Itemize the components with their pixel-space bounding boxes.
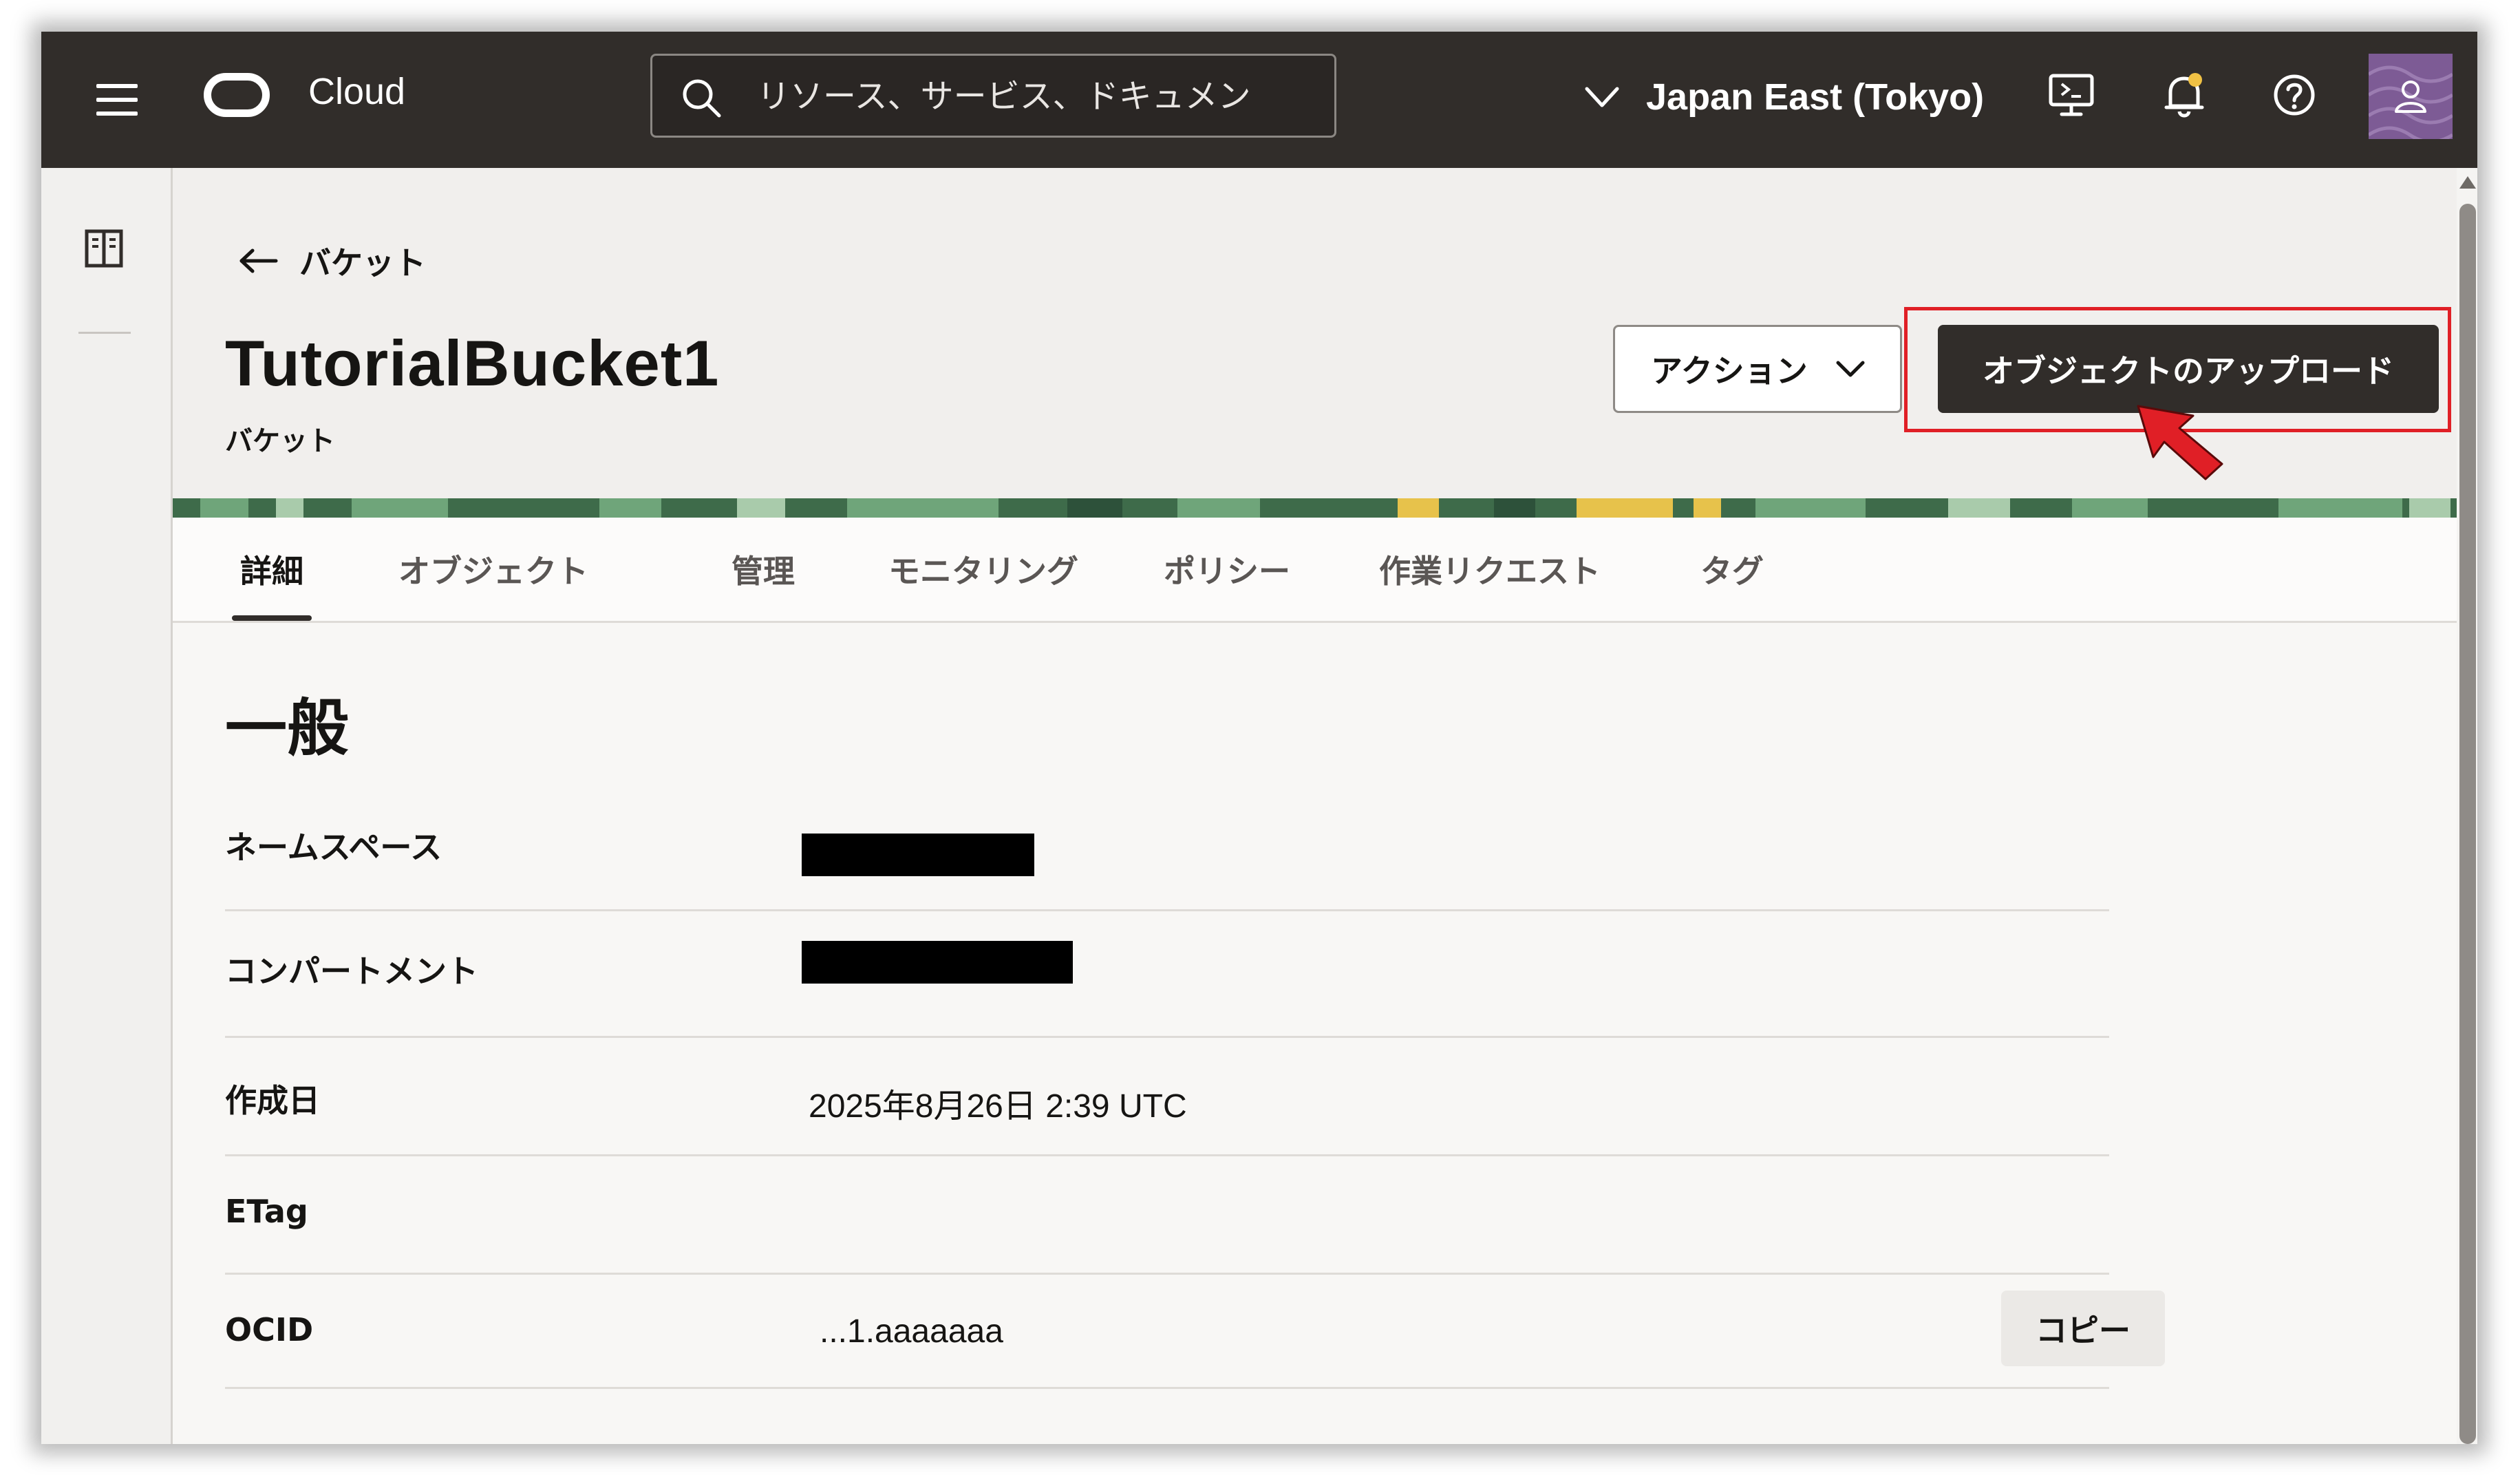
scrollbar-thumb[interactable]	[2459, 204, 2476, 1444]
panel-toggle-icon[interactable]	[83, 227, 125, 270]
top-navigation-bar: Cloud Japan East (Tokyo)	[41, 32, 2477, 168]
tab-work-requests[interactable]: 作業リクエスト	[1379, 518, 1601, 621]
tab-details[interactable]: 詳細	[232, 518, 312, 621]
redacted-value	[802, 941, 1073, 984]
tab-objects[interactable]: オブジェクト	[398, 518, 588, 621]
hamburger-menu-icon[interactable]	[96, 84, 138, 116]
section-title: 一般	[225, 692, 349, 765]
tab-policy[interactable]: ポリシー	[1164, 518, 1290, 621]
back-link[interactable]: バケット	[237, 237, 426, 285]
actions-menu-button[interactable]: アクション	[1613, 325, 1902, 413]
cloud-shell-icon[interactable]	[2044, 67, 2099, 123]
detail-row-created: 作成日 2025年8月26日 2:39 UTC	[225, 1036, 2109, 1156]
detail-label: 作成日	[225, 1082, 320, 1119]
search-box[interactable]	[650, 54, 1336, 138]
detail-label: コンパートメント	[225, 953, 478, 990]
copy-button[interactable]: コピー	[2001, 1291, 2165, 1366]
detail-row-etag: ETag	[225, 1154, 2109, 1275]
bell-icon[interactable]	[2157, 67, 2212, 123]
search-input[interactable]	[756, 56, 1309, 137]
tab-monitoring[interactable]: モニタリング	[888, 518, 1078, 621]
chevron-down-icon	[1585, 87, 1619, 107]
page-subtitle: バケット	[225, 425, 335, 457]
help-icon[interactable]	[2267, 67, 2322, 123]
ocid-value[interactable]: ...1.aaaaaaa	[820, 1313, 1003, 1350]
detail-label: ETag	[225, 1193, 308, 1230]
left-rail	[41, 168, 173, 1444]
page-header: バケット TutorialBucket1 バケット アクション オブジェクトのア…	[173, 168, 2457, 518]
back-link-label: バケット	[299, 244, 426, 282]
decorative-banner	[173, 498, 2457, 518]
actions-menu-label: アクション	[1651, 352, 1808, 390]
region-selector[interactable]: Japan East (Tokyo)	[1583, 66, 1984, 128]
pointer-arrow-icon	[2137, 405, 2223, 480]
tab-tags[interactable]: タグ	[1700, 518, 1764, 621]
arrow-left-icon	[239, 248, 278, 273]
upload-objects-label: オブジェクトのアップロード	[1983, 352, 2394, 390]
brand-label[interactable]: Cloud	[308, 70, 405, 113]
detail-label: ネームスペース	[225, 829, 442, 866]
detail-row-compartment: コンパートメント	[225, 909, 2109, 1038]
region-label: Japan East (Tokyo)	[1646, 76, 1985, 118]
detail-label: OCID	[225, 1311, 314, 1348]
tab-bar: 詳細 オブジェクト 管理 モニタリング ポリシー 作業リクエスト タグ	[173, 518, 2457, 623]
redacted-value	[802, 834, 1034, 876]
user-avatar-icon[interactable]	[2369, 54, 2453, 139]
upload-objects-button[interactable]: オブジェクトのアップロード	[1938, 325, 2439, 413]
search-icon	[683, 79, 721, 118]
detail-value: 2025年8月26日 2:39 UTC	[809, 1088, 1187, 1125]
detail-row-namespace: ネームスペース	[225, 795, 2109, 911]
scroll-up-icon[interactable]	[2458, 173, 2477, 193]
screenshot-frame: Cloud Japan East (Tokyo)	[41, 32, 2477, 1444]
details-panel: 一般 ネームスペース コンパートメント 作成日 2025年8月26日 2:39 …	[173, 623, 2457, 1444]
tab-management[interactable]: 管理	[732, 518, 795, 621]
detail-row-ocid: OCID ...1.aaaaaaa コピー	[225, 1273, 2165, 1389]
rail-divider	[78, 332, 131, 334]
chevron-down-icon	[1836, 361, 1865, 377]
page-title: TutorialBucket1	[225, 327, 720, 399]
oracle-logo[interactable]	[204, 73, 270, 117]
